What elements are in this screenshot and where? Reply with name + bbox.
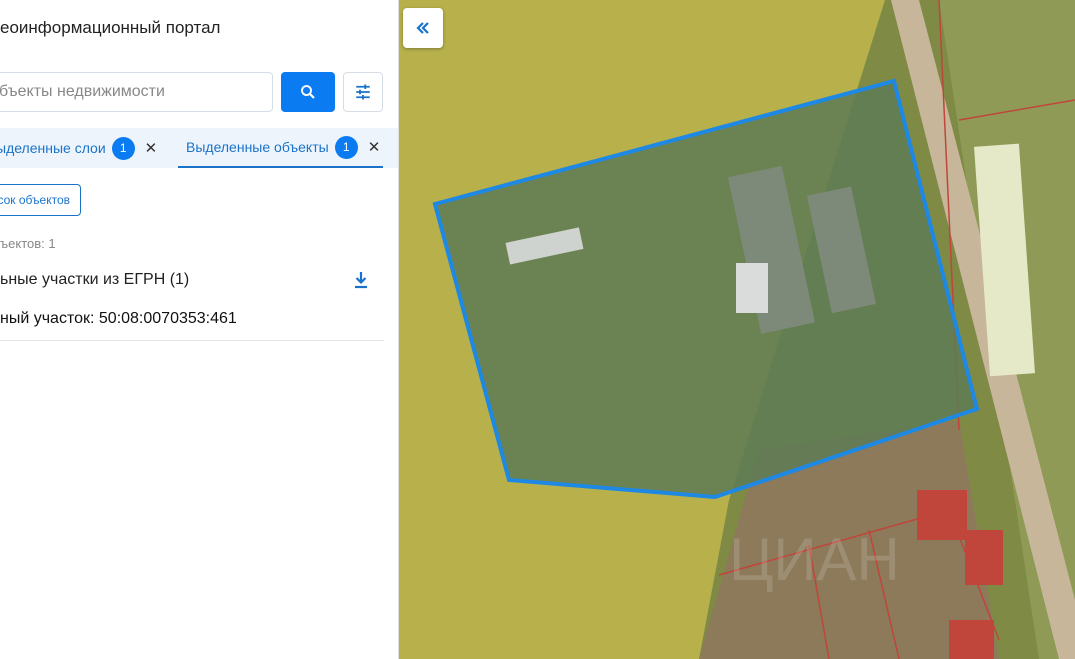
- objects-count: ъектов: 1: [0, 236, 56, 251]
- tab-selected-objects[interactable]: Выделенные объекты 1 ✕: [178, 128, 383, 168]
- tab-label: Выделенные объекты: [186, 139, 329, 155]
- count-badge: 1: [111, 136, 135, 160]
- download-button[interactable]: [353, 271, 369, 294]
- filter-button[interactable]: [343, 72, 383, 112]
- count-badge: 1: [334, 135, 358, 159]
- tabs-bar: ыделенные слои 1 ✕ Выделенные объекты 1 …: [0, 128, 398, 168]
- download-icon: [355, 272, 367, 289]
- divider: [0, 340, 384, 341]
- sidebar: еоинформационный портал бъекты недвижимо…: [0, 0, 399, 659]
- close-icon[interactable]: ✕: [145, 139, 158, 157]
- tab-selected-layers[interactable]: ыделенные слои 1 ✕: [0, 128, 157, 168]
- close-icon[interactable]: ✕: [368, 138, 381, 156]
- search-icon: [301, 85, 315, 99]
- collapse-sidebar-button[interactable]: [403, 8, 443, 48]
- satellite-imagery: ЦИАН: [399, 0, 1075, 659]
- tab-label: ыделенные слои: [0, 140, 106, 156]
- search-button[interactable]: [281, 72, 335, 112]
- list-item[interactable]: ный участок: 50:08:0070353:461: [0, 310, 237, 328]
- map[interactable]: ЦИАН: [399, 0, 1075, 659]
- watermark: ЦИАН: [729, 526, 900, 593]
- tune-icon: [356, 84, 370, 100]
- chevrons-left-icon: [416, 22, 429, 34]
- search-input[interactable]: бъекты недвижимости: [0, 72, 273, 112]
- object-list-button[interactable]: сок объектов: [0, 184, 81, 216]
- group-title: ьные участки из ЕГРН (1): [0, 271, 190, 288]
- page-title: еоинформационный портал: [0, 18, 221, 37]
